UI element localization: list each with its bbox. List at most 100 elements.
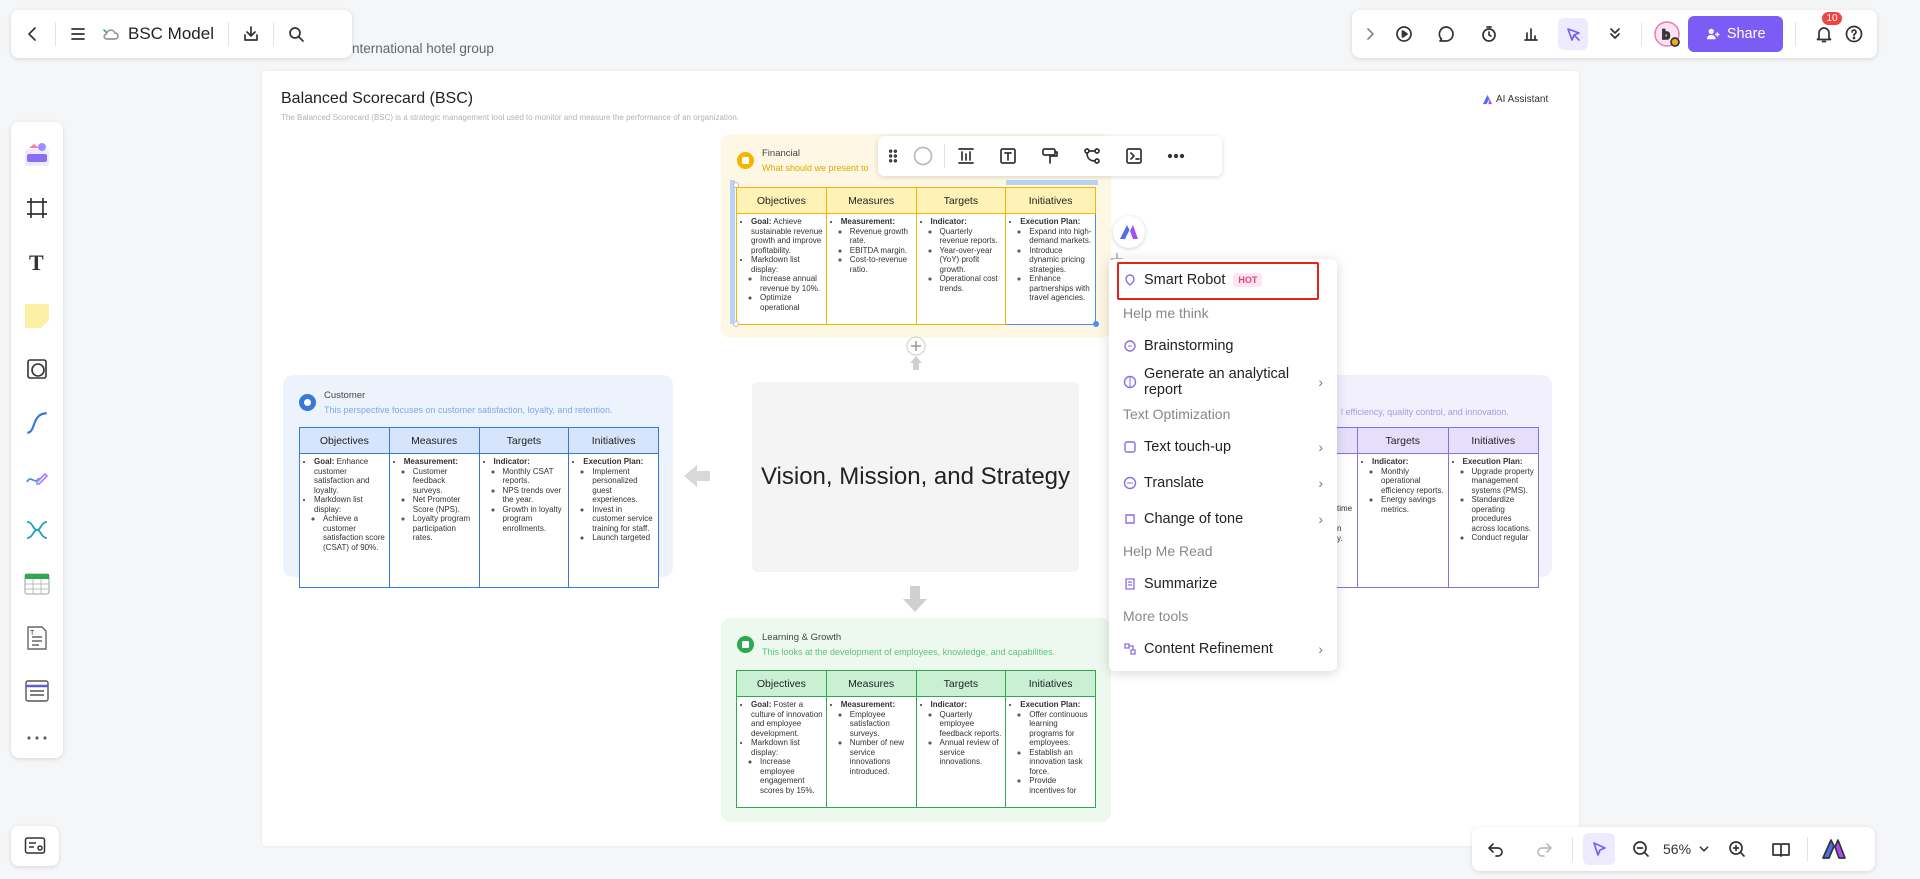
- vision-mission-strategy-node[interactable]: Vision, Mission, and Strategy: [752, 382, 1079, 572]
- redo-icon[interactable]: [1528, 833, 1560, 865]
- bullet-list: Increase annual revenue by 10%.Optimize …: [751, 274, 823, 312]
- format-painter-icon[interactable]: [1029, 140, 1071, 172]
- table-cell[interactable]: Indicator:Quarterly employee feedback re…: [915, 696, 1007, 808]
- share-button[interactable]: Share: [1687, 16, 1784, 52]
- resize-handle[interactable]: [733, 321, 739, 327]
- expand-chevron-icon[interactable]: [1360, 18, 1381, 50]
- card-title: Learning & Growth: [762, 632, 842, 643]
- menu-item-text-touch-up[interactable]: Text touch-up ›: [1123, 439, 1323, 455]
- table-cell[interactable]: time n y.: [1335, 453, 1358, 588]
- internal-process-table[interactable]: Targets Initiatives time ny. Indicator:Mo…: [1335, 427, 1539, 588]
- ai-assistant-button[interactable]: AI Assistant: [1482, 94, 1548, 105]
- text-tool-icon[interactable]: T: [11, 235, 63, 289]
- chevron-right-icon: ›: [1318, 439, 1323, 455]
- text-document-icon[interactable]: T: [11, 611, 63, 665]
- table-cell[interactable]: Goal: Achieve sustainable revenue growth…: [736, 213, 827, 325]
- laser-pointer-icon[interactable]: [1558, 18, 1589, 50]
- more-tools-icon[interactable]: [11, 718, 63, 758]
- timer-icon[interactable]: [1473, 18, 1503, 50]
- menu-item-brainstorming[interactable]: Brainstorming: [1123, 338, 1323, 354]
- ai-logo-button[interactable]: [1113, 216, 1145, 248]
- table-cell[interactable]: Indicator:Monthly CSAT reports.NPS trend…: [478, 453, 570, 588]
- menu-item-change-tone[interactable]: Change of tone ›: [1123, 511, 1323, 527]
- embed-code-icon[interactable]: [1113, 140, 1155, 172]
- zoom-in-icon[interactable]: [1721, 833, 1753, 865]
- sticky-note-icon[interactable]: [11, 289, 63, 343]
- table-cell[interactable]: Execution Plan:Expand into high-demand m…: [1005, 213, 1096, 325]
- menu-item-content-refinement[interactable]: Content Refinement ›: [1123, 641, 1323, 657]
- list-item: Measurement:Revenue growth rate.EBITDA m…: [841, 217, 913, 274]
- zoom-dropdown-icon[interactable]: [1695, 833, 1713, 865]
- table-cell[interactable]: Goal: Foster a culture of innovation and…: [736, 696, 827, 808]
- table-cell[interactable]: Measurement:Customer feedback surveys.Ne…: [388, 453, 480, 588]
- select-cursor-icon[interactable]: [1583, 833, 1615, 865]
- template-icon[interactable]: [11, 128, 63, 182]
- connection-icon[interactable]: [1071, 140, 1113, 172]
- comment-icon[interactable]: [1431, 18, 1461, 50]
- list-item: Goal: Achieve sustainable revenue growth…: [751, 217, 823, 255]
- undo-icon[interactable]: [1480, 833, 1512, 865]
- arrow-down-icon: [903, 586, 927, 612]
- zoom-level[interactable]: 56%: [1663, 841, 1691, 857]
- resize-handle[interactable]: [1093, 321, 1099, 327]
- shape-tool-icon[interactable]: [11, 343, 63, 397]
- card-subtitle: What should we present to: [762, 163, 869, 173]
- table-cell[interactable]: Indicator:Monthly operational efficiency…: [1357, 453, 1449, 588]
- learning-growth-table[interactable]: Objectives Measures Targets Initiatives …: [736, 670, 1096, 808]
- drag-handle-icon[interactable]: [884, 140, 902, 172]
- board-description[interactable]: The Balanced Scorecard (BSC) is a strate…: [281, 113, 739, 122]
- present-play-icon[interactable]: [1389, 18, 1419, 50]
- bullet-list: Goal: Enhance customer satisfaction and …: [302, 457, 386, 552]
- customer-table[interactable]: Objectives Measures Targets Initiatives …: [299, 427, 659, 588]
- list-item: Increase annual revenue by 10%.: [760, 274, 823, 293]
- table-cell[interactable]: Execution Plan:Implement personalized gu…: [568, 453, 659, 588]
- fill-color-icon[interactable]: [902, 140, 944, 172]
- list-item: Increase employee engagement scores by 1…: [760, 757, 823, 795]
- text-style-icon[interactable]: [987, 140, 1029, 172]
- help-icon[interactable]: [1839, 18, 1869, 50]
- list-item: Implement personalized guest experiences…: [592, 467, 655, 505]
- back-icon[interactable]: [17, 18, 49, 50]
- menu-icon[interactable]: [62, 18, 94, 50]
- menu-item-summarize[interactable]: Summarize: [1123, 576, 1323, 592]
- list-item: Optimize operational: [760, 293, 823, 312]
- zoom-out-icon[interactable]: [1625, 833, 1657, 865]
- menu-item-label: Brainstorming: [1144, 338, 1234, 354]
- zoom-toolbar: 56%: [1472, 827, 1875, 871]
- table-cell[interactable]: Measurement:Employee satisfaction survey…: [825, 696, 917, 808]
- mind-map-icon[interactable]: [11, 504, 63, 558]
- search-icon[interactable]: [280, 18, 312, 50]
- table-cell[interactable]: Execution Plan:Upgrade property manageme…: [1447, 453, 1539, 588]
- add-node-icon[interactable]: [906, 336, 926, 356]
- table-cell[interactable]: Execution Plan:Offer continuous learning…: [1005, 696, 1096, 808]
- card-header: Learning & Growth This looks at the deve…: [737, 632, 1055, 657]
- table-cell[interactable]: Goal: Enhance customer satisfaction and …: [299, 453, 390, 588]
- ai-logo-icon[interactable]: [1818, 833, 1850, 865]
- list-icon[interactable]: [11, 665, 63, 719]
- document-title[interactable]: BSC Model: [128, 24, 214, 44]
- table-tool-icon[interactable]: [11, 557, 63, 611]
- user-avatar[interactable]: b: [1652, 18, 1682, 50]
- align-icon[interactable]: [945, 140, 987, 172]
- frame-icon[interactable]: [11, 182, 63, 236]
- connector-line-icon[interactable]: [11, 396, 63, 450]
- label-bold: Measurement:: [840, 700, 895, 709]
- table-cell[interactable]: Indicator:Quarterly revenue reports.Year…: [915, 213, 1007, 325]
- download-icon[interactable]: [235, 18, 267, 50]
- notification-bell-icon[interactable]: 10: [1808, 12, 1842, 50]
- vote-chart-icon[interactable]: [1516, 18, 1546, 50]
- bullet-list: Measurement:Revenue growth rate.EBITDA m…: [829, 217, 913, 274]
- board-title[interactable]: Balanced Scorecard (BSC): [281, 90, 473, 108]
- minimap-toggle[interactable]: [11, 826, 59, 866]
- more-options-icon[interactable]: [1155, 140, 1197, 172]
- menu-item-translate[interactable]: Translate ›: [1123, 475, 1323, 491]
- table-cell[interactable]: Measurement:Revenue growth rate.EBITDA m…: [825, 213, 917, 325]
- reading-mode-icon[interactable]: [1765, 833, 1797, 865]
- chevron-right-icon: ›: [1318, 374, 1323, 390]
- resize-handle[interactable]: [733, 182, 739, 188]
- more-chevron-icon[interactable]: [1600, 18, 1630, 50]
- breadcrumb[interactable]: nternational hotel group: [352, 41, 494, 56]
- menu-item-analytical-report[interactable]: Generate an analytical report ›: [1123, 366, 1323, 398]
- pen-tool-icon[interactable]: [11, 450, 63, 504]
- financial-table[interactable]: Objectives Measures Targets Initiatives …: [736, 187, 1096, 325]
